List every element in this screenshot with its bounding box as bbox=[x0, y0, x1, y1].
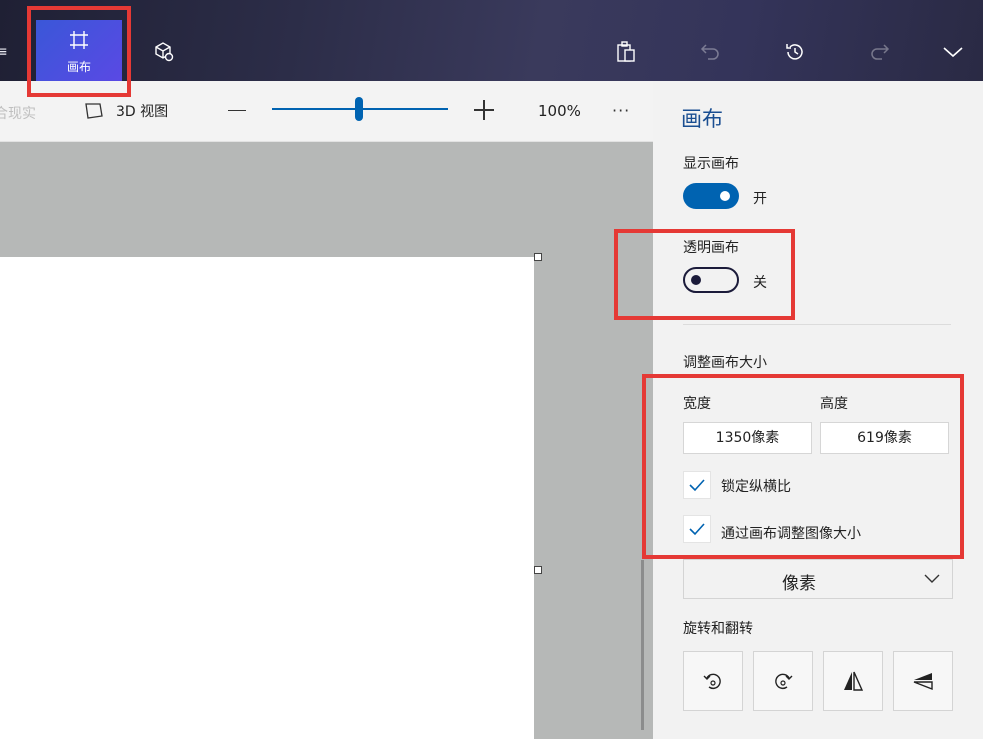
more-options-button[interactable]: ··· bbox=[612, 101, 630, 120]
panel-title: 画布 bbox=[681, 107, 723, 131]
top-toolbar: ≡ 画布 bbox=[0, 0, 983, 81]
flip-vertical-icon bbox=[913, 673, 933, 691]
canvas-icon bbox=[70, 31, 88, 49]
transparent-canvas-toggle[interactable] bbox=[683, 267, 739, 293]
restore-window-icon[interactable] bbox=[888, 0, 904, 6]
resize-image-checkbox[interactable] bbox=[683, 515, 711, 543]
flip-vertical-button[interactable] bbox=[893, 651, 953, 711]
zoom-out-button[interactable] bbox=[228, 110, 246, 111]
checkmark-icon bbox=[689, 479, 705, 492]
width-field[interactable]: 1350像素 bbox=[683, 422, 812, 454]
height-field[interactable]: 619像素 bbox=[820, 422, 949, 454]
view-3d-icon bbox=[85, 103, 103, 119]
rotate-flip-heading: 旋转和翻转 bbox=[683, 621, 753, 637]
close-window-icon[interactable] bbox=[946, 0, 962, 6]
history-icon[interactable] bbox=[783, 40, 807, 64]
redo-icon[interactable] bbox=[868, 40, 892, 64]
chevron-down-icon bbox=[924, 574, 940, 583]
vertical-scrollbar[interactable] bbox=[641, 560, 644, 730]
rotate-left-button[interactable] bbox=[683, 651, 743, 711]
menu-icon[interactable]: ≡ bbox=[0, 44, 8, 60]
zoom-in-button[interactable] bbox=[474, 100, 494, 120]
canvas-resize-handle-corner[interactable] bbox=[534, 253, 542, 261]
view-3d-button[interactable]: 3D 视图 bbox=[84, 101, 168, 121]
lock-aspect-checkbox[interactable] bbox=[683, 471, 711, 499]
tab-canvas-label: 画布 bbox=[66, 60, 91, 74]
transparent-canvas-label: 透明画布 bbox=[683, 240, 739, 256]
lock-aspect-label: 锁定纵横比 bbox=[721, 479, 791, 495]
resize-image-label: 通过画布调整图像大小 bbox=[721, 526, 861, 542]
canvas-resize-handle-right[interactable] bbox=[534, 566, 542, 574]
undo-icon[interactable] bbox=[698, 40, 722, 64]
3d-library-icon[interactable] bbox=[152, 40, 176, 64]
drawing-canvas[interactable] bbox=[0, 257, 534, 739]
transparent-canvas-state: 关 bbox=[753, 275, 767, 291]
expand-icon[interactable] bbox=[941, 40, 965, 64]
zoom-slider-thumb[interactable] bbox=[355, 97, 363, 121]
flip-horizontal-button[interactable] bbox=[823, 651, 883, 711]
rotate-right-icon bbox=[775, 673, 793, 690]
rotate-left-icon bbox=[703, 673, 721, 690]
show-canvas-state: 开 bbox=[753, 191, 767, 207]
panel-divider bbox=[683, 324, 951, 325]
tab-canvas[interactable]: 画布 bbox=[36, 20, 122, 81]
unit-dropdown[interactable]: 像素 bbox=[683, 559, 953, 599]
canvas-panel: 画布 显示画布 开 透明画布 关 调整画布大小 宽度 高度 1350像素 619… bbox=[653, 81, 983, 739]
view-toolbar: 合现实 3D 视图 100% ··· bbox=[0, 81, 653, 142]
resize-canvas-heading: 调整画布大小 bbox=[683, 355, 767, 371]
show-canvas-label: 显示画布 bbox=[683, 156, 739, 172]
show-canvas-toggle[interactable] bbox=[683, 183, 739, 209]
zoom-value: 100% bbox=[538, 102, 581, 120]
mixed-reality-button[interactable]: 合现实 bbox=[0, 103, 36, 123]
width-label: 宽度 bbox=[683, 396, 711, 412]
height-label: 高度 bbox=[820, 396, 848, 412]
flip-horizontal-icon bbox=[844, 671, 864, 691]
checkmark-icon bbox=[689, 523, 705, 536]
unit-dropdown-value: 像素 bbox=[782, 574, 816, 594]
paste-icon[interactable] bbox=[614, 40, 638, 64]
view-3d-label: 3D 视图 bbox=[116, 104, 169, 120]
rotate-right-button[interactable] bbox=[753, 651, 813, 711]
